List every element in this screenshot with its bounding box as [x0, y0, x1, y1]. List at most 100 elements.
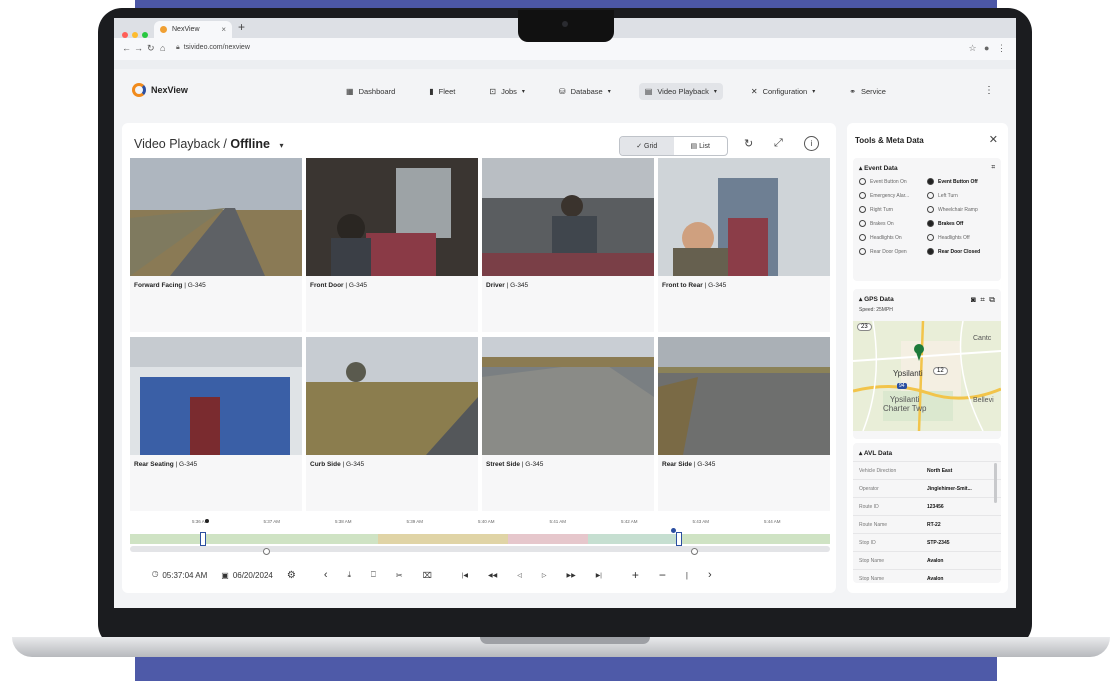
- nav-item-jobs[interactable]: ⊡ Jobs ▾: [483, 83, 531, 100]
- camera-tile[interactable]: Rear Side | G-345: [658, 337, 830, 511]
- camera-tile[interactable]: Front to Rear | G-345: [658, 158, 830, 332]
- camera-feed-image[interactable]: [306, 337, 478, 455]
- gps-data-header[interactable]: ▴ GPS Data ◙ ⌗ ⧉: [853, 289, 1001, 307]
- fast-forward-icon[interactable]: ▶▶: [566, 572, 575, 579]
- step-back-icon[interactable]: ◁: [517, 572, 522, 579]
- event-radio[interactable]: Right Turn: [859, 206, 927, 213]
- scrub-knob-start[interactable]: [263, 548, 270, 555]
- settings-icon[interactable]: ⚙: [287, 570, 296, 581]
- nav-item-dashboard[interactable]: ▦ Dashboard: [340, 83, 401, 100]
- event-data-header[interactable]: ▴ Event Data ⌗: [853, 158, 1001, 176]
- list-view-button[interactable]: ▤ List: [674, 137, 728, 155]
- event-segment[interactable]: [130, 534, 378, 544]
- expand-icon[interactable]: ⌗: [991, 164, 995, 172]
- nav-item-service[interactable]: ⚭ Service: [843, 83, 892, 100]
- nav-item-configuration[interactable]: ✕ Configuration ▾: [745, 83, 821, 100]
- screen: NexView × + ← → ↻ ⌂ 🔒︎ tsivideo.com/nexvi…: [114, 18, 1016, 608]
- view-toggle: ✓ Grid ▤ List: [619, 136, 728, 156]
- event-radio[interactable]: Brakes Off: [927, 220, 995, 227]
- event-label: Emergency Alar...: [870, 192, 910, 199]
- skip-start-icon[interactable]: |◀: [462, 572, 468, 579]
- radio-unchecked-icon: [859, 234, 866, 241]
- tab-close-icon[interactable]: ×: [221, 21, 226, 38]
- time-display[interactable]: 🕓︎ 05:37:04 AM: [152, 570, 207, 580]
- event-segment[interactable]: [678, 534, 830, 544]
- end-marker[interactable]: [671, 528, 676, 533]
- event-radio[interactable]: Headlights Off: [927, 234, 995, 241]
- info-icon[interactable]: i: [804, 136, 819, 151]
- gps-map[interactable]: 23 Cantc Ypsilanti 12 94 Ypsilanti Chart…: [853, 321, 1001, 431]
- event-radio[interactable]: Brakes On: [859, 220, 927, 227]
- camera-id: | G-345: [343, 282, 367, 289]
- event-radio[interactable]: Headlights On: [859, 234, 927, 241]
- event-radio[interactable]: Event Button Off: [927, 178, 995, 185]
- forward-icon[interactable]: →: [134, 43, 143, 53]
- zoom-in-icon[interactable]: +: [632, 568, 639, 582]
- event-radio[interactable]: Wheelchair Ramp: [927, 206, 995, 213]
- address-bar[interactable]: 🔒︎ tsivideo.com/nexview: [176, 44, 250, 52]
- camera-tile[interactable]: Rear Seating | G-345: [130, 337, 302, 511]
- reload-icon[interactable]: ↻: [147, 43, 155, 54]
- event-label: Event Button On: [870, 178, 907, 185]
- scrub-track[interactable]: [130, 546, 830, 552]
- event-segment[interactable]: [508, 534, 588, 544]
- avl-scrollbar[interactable]: [994, 463, 997, 503]
- gps-tool-icons[interactable]: ◙ ⌗ ⧉: [971, 295, 995, 305]
- camera-tile[interactable]: Street Side | G-345: [482, 337, 654, 511]
- playhead-marker[interactable]: [205, 519, 209, 523]
- avl-data-label: AVL Data: [863, 450, 893, 457]
- bookmark-icon[interactable]: ⎕: [371, 570, 376, 580]
- scissors-icon[interactable]: ✂: [396, 571, 403, 580]
- back-icon[interactable]: ←: [122, 43, 131, 53]
- camera-feed-image[interactable]: [306, 158, 478, 276]
- zoom-out-icon[interactable]: −: [659, 568, 666, 582]
- nav-item-database[interactable]: ⛁ Database ▾: [553, 83, 617, 100]
- camera-feed-image[interactable]: [482, 158, 654, 276]
- camera-tile[interactable]: Front Door | G-345: [306, 158, 478, 332]
- event-radio[interactable]: Left Turn: [927, 192, 995, 199]
- grid-view-button[interactable]: ✓ Grid: [620, 137, 674, 155]
- camera-feed-image[interactable]: [482, 337, 654, 455]
- refresh-icon[interactable]: ↻: [744, 137, 753, 150]
- new-tab-button[interactable]: +: [238, 20, 245, 34]
- browser-menu-icons[interactable]: ☆ ● ⋮: [968, 43, 1006, 54]
- clip-end-handle[interactable]: [676, 532, 682, 546]
- avl-row: Stop ID STP-2345: [853, 533, 1001, 551]
- camera-tile[interactable]: Forward Facing | G-345: [130, 158, 302, 332]
- page-title[interactable]: Video Playback / Offline ▾: [134, 137, 283, 151]
- event-radio[interactable]: Rear Door Closed: [927, 248, 995, 255]
- camera-feed-image[interactable]: [658, 158, 830, 276]
- event-segment[interactable]: [588, 534, 678, 544]
- next-icon[interactable]: ›: [708, 569, 712, 581]
- delete-icon[interactable]: ⌧: [423, 571, 432, 580]
- date-display[interactable]: ▣ 06/20/2024: [221, 571, 273, 580]
- chevron-down-icon[interactable]: ▾: [279, 141, 283, 150]
- radio-unchecked-icon: [859, 220, 866, 227]
- camera-tile[interactable]: Driver | G-345: [482, 158, 654, 332]
- close-icon[interactable]: ✕: [989, 133, 998, 146]
- more-options-icon[interactable]: ⋮: [984, 85, 994, 96]
- event-segment[interactable]: [378, 534, 508, 544]
- previous-icon[interactable]: ‹: [324, 569, 328, 581]
- camera-feed-image[interactable]: [130, 337, 302, 455]
- nav-item-video-playback[interactable]: ▤ Video Playback ▾: [638, 82, 723, 100]
- event-radio[interactable]: Event Button On: [859, 178, 927, 185]
- skip-end-icon[interactable]: ▶|: [596, 572, 602, 579]
- browser-tab[interactable]: NexView ×: [154, 21, 232, 38]
- play-icon[interactable]: ▷: [542, 572, 547, 579]
- marker-icon[interactable]: |: [686, 571, 688, 580]
- camera-feed-image[interactable]: [130, 158, 302, 276]
- scrub-knob-end[interactable]: [691, 548, 698, 555]
- event-radio[interactable]: Emergency Alar...: [859, 192, 927, 199]
- home-icon[interactable]: ⌂: [160, 43, 165, 53]
- fullscreen-icon[interactable]: ⤢: [774, 137, 783, 150]
- event-segment-bar[interactable]: [130, 534, 830, 544]
- camera-tile[interactable]: Curb Side | G-345: [306, 337, 478, 511]
- nav-item-fleet[interactable]: ▮ Fleet: [423, 83, 461, 100]
- rewind-icon[interactable]: ◀◀: [488, 572, 497, 579]
- clip-start-handle[interactable]: [200, 532, 206, 546]
- camera-feed-image[interactable]: [658, 337, 830, 455]
- download-icon[interactable]: ⤓: [348, 570, 352, 580]
- event-radio[interactable]: Rear Door Open: [859, 248, 927, 255]
- avl-data-header[interactable]: ▴ AVL Data: [853, 443, 1001, 461]
